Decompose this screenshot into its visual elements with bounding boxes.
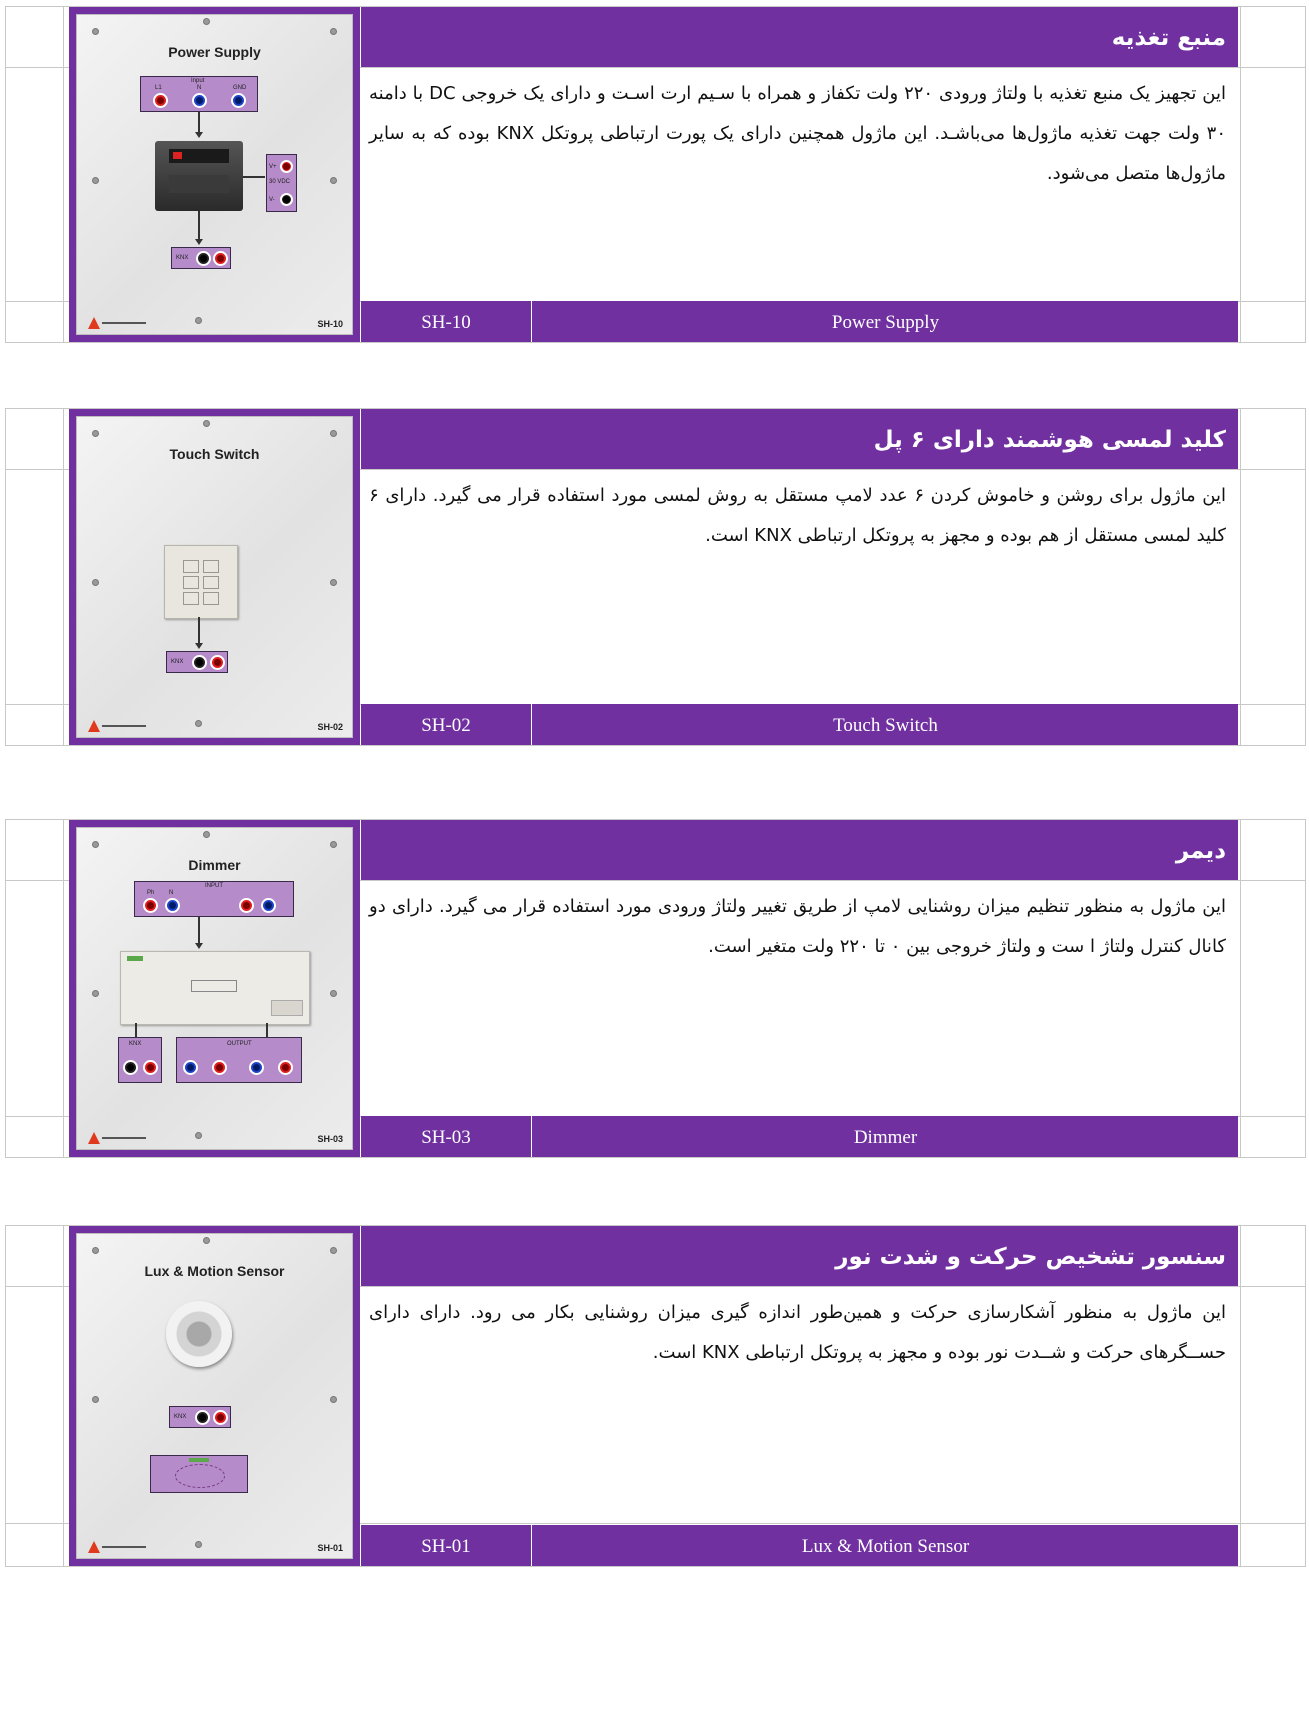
knx-terminal-panel: KNX <box>118 1037 162 1083</box>
power-supply-unit <box>155 141 243 211</box>
module-code: SH-10 <box>361 301 532 342</box>
n-socket[interactable] <box>192 93 207 108</box>
module-code: SH-02 <box>361 704 532 745</box>
module-image-touch-switch: Touch Switch KNX SH-02 <box>69 409 360 745</box>
sensor-coverage-panel <box>150 1455 248 1493</box>
n2-socket[interactable] <box>261 898 276 913</box>
vplus-label: V+ <box>269 164 277 170</box>
gnd-label: GND <box>233 85 247 91</box>
out-b-socket[interactable] <box>278 1060 293 1075</box>
knx-minus-socket[interactable] <box>123 1060 138 1075</box>
module-description: این ماژول به منظور تنظیم میزان روشنایی ل… <box>369 896 1226 957</box>
knx-plus-socket[interactable] <box>210 655 225 670</box>
knx-minus-socket[interactable] <box>196 251 211 266</box>
module-title: دیمر <box>361 820 1238 880</box>
input-terminal-panel: INPUT Ph N <box>134 881 294 917</box>
board-code: SH-10 <box>317 319 343 329</box>
n-label: N <box>197 85 202 91</box>
knx-terminal-panel: KNX <box>166 651 228 673</box>
module-card-lux-motion-sensor: Lux & Motion Sensor KNX SH-01 سنسور تشخی… <box>5 1225 1306 1567</box>
knx-label: KNX <box>171 659 184 665</box>
board-code: SH-03 <box>317 1134 343 1144</box>
l1-socket[interactable] <box>153 93 168 108</box>
vdc-label: 30 VDC <box>269 179 291 185</box>
out-n1-socket[interactable] <box>183 1060 198 1075</box>
module-name: Lux & Motion Sensor <box>801 1536 970 1557</box>
module-name: Power Supply <box>831 312 940 333</box>
ph2-socket[interactable] <box>239 898 254 913</box>
module-name: Dimmer <box>853 1127 918 1148</box>
module-card-touch-switch: Touch Switch KNX SH-02 کلید لمسی هوشمند … <box>5 408 1306 746</box>
knx-plus-socket[interactable] <box>143 1060 158 1075</box>
module-title: منبع تغذیه <box>361 7 1238 67</box>
n1-socket[interactable] <box>165 898 180 913</box>
training-board: Touch Switch KNX SH-02 <box>76 416 353 738</box>
module-description: این تجهیز یک منبع تغذیه با ولتاژ ورودی ۲… <box>369 83 1227 184</box>
knx-minus-socket[interactable] <box>195 1410 210 1425</box>
board-code: SH-02 <box>317 722 343 732</box>
out-n2-socket[interactable] <box>249 1060 264 1075</box>
knx-label: KNX <box>176 255 189 261</box>
module-image-lux-motion-sensor: Lux & Motion Sensor KNX SH-01 <box>69 1226 360 1566</box>
dimmer-actuator <box>120 951 310 1025</box>
manufacturer-logo <box>88 317 146 329</box>
training-board: Power Supply Input L1 N GND V+ 30 VDC V-… <box>76 14 353 335</box>
input-label: Input <box>191 78 205 84</box>
module-code: SH-03 <box>361 1116 532 1157</box>
knx-plus-socket[interactable] <box>213 251 228 266</box>
module-card-dimmer: Dimmer INPUT Ph N KNX OUTPUT SH-03 دیمر … <box>5 819 1306 1158</box>
module-footer: SH-03 Dimmer <box>361 1116 1238 1157</box>
module-card-power-supply: Power Supply Input L1 N GND V+ 30 VDC V-… <box>5 6 1306 343</box>
manufacturer-logo <box>88 1541 146 1553</box>
n-label: N <box>169 890 174 896</box>
module-description: این ماژول برای روشن و خاموش کردن ۶ عدد ل… <box>369 485 1226 546</box>
vminus-socket[interactable] <box>280 193 293 206</box>
module-footer: SH-01 Lux & Motion Sensor <box>361 1525 1238 1566</box>
vminus-label: V- <box>269 197 275 203</box>
input-terminal-panel: Input L1 N GND <box>140 76 258 112</box>
motion-sensor-dome <box>166 1301 232 1367</box>
module-image-power-supply: Power Supply Input L1 N GND V+ 30 VDC V-… <box>69 7 360 342</box>
module-title: سنسور تشخیص حرکت و شدت نور <box>361 1226 1238 1286</box>
knx-plus-socket[interactable] <box>213 1410 228 1425</box>
touch-switch-panel <box>164 545 238 619</box>
gnd-socket[interactable] <box>231 93 246 108</box>
module-image-dimmer: Dimmer INPUT Ph N KNX OUTPUT SH-03 <box>69 820 360 1157</box>
board-title: Lux & Motion Sensor <box>144 1263 285 1279</box>
dc-output-panel: V+ 30 VDC V- <box>266 154 297 212</box>
knx-terminal-panel: KNX <box>169 1406 231 1428</box>
manufacturer-logo <box>88 1132 146 1144</box>
knx-label: KNX <box>129 1041 142 1047</box>
out-a-socket[interactable] <box>212 1060 227 1075</box>
module-title: کلید لمسی هوشمند دارای ۶ پل <box>361 409 1238 469</box>
module-footer: SH-10 Power Supply <box>361 301 1238 342</box>
board-title: Dimmer <box>188 857 241 873</box>
board-title: Power Supply <box>168 44 261 60</box>
knx-terminal-panel: KNX <box>171 247 231 269</box>
module-description: این ماژول به منظور آشکارسازی حرکت و همین… <box>369 1302 1226 1363</box>
training-board: Lux & Motion Sensor KNX SH-01 <box>76 1233 353 1559</box>
knx-minus-socket[interactable] <box>192 655 207 670</box>
ph-label: Ph <box>147 890 155 896</box>
board-title: Touch Switch <box>169 446 260 462</box>
module-name: Touch Switch <box>833 715 938 736</box>
training-board: Dimmer INPUT Ph N KNX OUTPUT SH-03 <box>76 827 353 1150</box>
module-footer: SH-02 Touch Switch <box>361 704 1238 745</box>
knx-label: KNX <box>174 1414 187 1420</box>
manufacturer-logo <box>88 720 146 732</box>
vplus-socket[interactable] <box>280 160 293 173</box>
output-label: OUTPUT <box>227 1041 252 1047</box>
board-code: SH-01 <box>317 1543 343 1553</box>
output-terminal-panel: OUTPUT <box>176 1037 302 1083</box>
ph1-socket[interactable] <box>143 898 158 913</box>
l1-label: L1 <box>155 85 162 91</box>
input-label: INPUT <box>205 883 223 889</box>
module-code: SH-01 <box>361 1525 532 1566</box>
